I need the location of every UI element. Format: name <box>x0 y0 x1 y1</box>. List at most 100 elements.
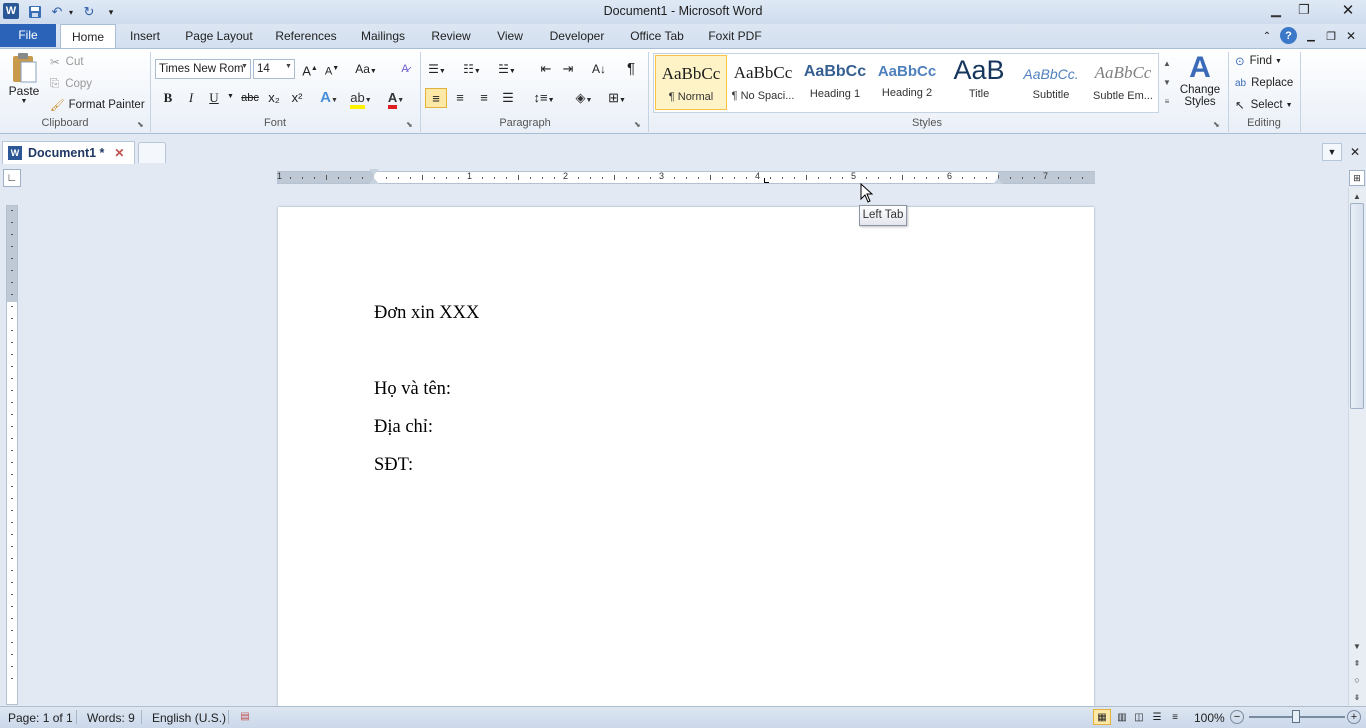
bold-button[interactable]: B <box>157 88 179 108</box>
document-heading-line[interactable]: Đơn xin XXX <box>374 303 479 324</box>
style-heading-2[interactable]: AaBbCc Heading 2 <box>871 55 943 110</box>
show-formatting-marks-icon[interactable]: ¶ <box>620 59 642 79</box>
restore-button[interactable]: ❐ <box>1290 0 1318 20</box>
tab-developer[interactable]: Developer <box>542 24 612 48</box>
document-line-name[interactable]: Họ và tên: <box>374 379 451 400</box>
clear-formatting-icon[interactable]: A̷ <box>394 59 416 79</box>
shading-icon[interactable]: ◈▼ <box>570 88 598 108</box>
line-spacing-icon[interactable]: ↕≡▼ <box>530 88 558 108</box>
document-tab[interactable]: W Document1 * ✕ <box>2 141 135 164</box>
tab-office-tab[interactable]: Office Tab <box>624 24 690 48</box>
align-right-icon[interactable]: ≡ <box>473 88 495 108</box>
styles-launcher-icon[interactable]: ⬊ <box>1213 120 1220 129</box>
change-styles-button[interactable]: A Change Styles <box>1178 52 1222 116</box>
document-line-address[interactable]: Địa chỉ: <box>374 417 433 438</box>
find-button[interactable]: ⊙ Find ▼ <box>1235 53 1282 69</box>
doc-minimize-icon[interactable]: ▁ <box>1304 28 1318 44</box>
superscript-button[interactable]: x² <box>286 88 308 108</box>
align-left-icon[interactable]: ≡ <box>425 88 447 108</box>
paste-button[interactable]: Paste ▼ <box>6 52 42 114</box>
tab-view[interactable]: View <box>490 24 530 48</box>
style-normal[interactable]: AaBbCc ¶ Normal <box>655 55 727 110</box>
paragraph-launcher-icon[interactable]: ⬊ <box>634 120 641 129</box>
styles-scroll-down-icon[interactable]: ▼ <box>1160 73 1174 91</box>
cut-button[interactable]: ✂ Cut <box>50 54 84 70</box>
strikethrough-button[interactable]: abc <box>238 88 262 108</box>
tab-insert[interactable]: Insert <box>122 24 168 48</box>
tab-foxit-pdf[interactable]: Foxit PDF <box>702 24 768 48</box>
multilevel-list-icon[interactable]: ☱▼ <box>496 59 518 79</box>
scroll-up-icon[interactable]: ▲ <box>1350 190 1364 202</box>
numbering-icon[interactable]: ☷▼ <box>461 59 483 79</box>
increase-indent-icon[interactable]: ⇥ <box>557 59 579 79</box>
close-button[interactable]: ✕ <box>1330 0 1366 20</box>
style-title[interactable]: AaB Title <box>943 55 1015 110</box>
tab-list-dropdown-icon[interactable]: ▼ <box>1322 143 1342 161</box>
left-tab-stop[interactable] <box>764 178 769 183</box>
previous-page-icon[interactable]: ⇞ <box>1350 656 1364 670</box>
italic-button[interactable]: I <box>180 88 202 108</box>
zoom-level[interactable]: 100% <box>1194 711 1225 725</box>
doc-close-icon[interactable]: ✕ <box>1344 28 1358 44</box>
view-ruler-icon[interactable]: ⊞ <box>1349 170 1365 186</box>
paste-dropdown-icon[interactable]: ▼ <box>6 98 42 105</box>
zoom-out-icon[interactable]: − <box>1230 710 1244 724</box>
doc-restore-icon[interactable]: ❐ <box>1324 28 1338 44</box>
font-size-dropdown-icon[interactable]: ▼ <box>285 63 292 70</box>
tab-selector-icon[interactable]: ∟ <box>3 169 21 187</box>
underline-button[interactable]: U <box>203 88 225 108</box>
format-painter-button[interactable]: 🖌 Format Painter <box>50 97 145 113</box>
right-indent-marker[interactable] <box>993 178 1003 184</box>
minimize-ribbon-icon[interactable]: ⌃ <box>1260 28 1274 44</box>
tab-page-layout[interactable]: Page Layout <box>180 24 258 48</box>
draft-view-icon[interactable]: ≡ <box>1167 709 1183 725</box>
tab-file[interactable]: File <box>0 24 56 47</box>
first-line-indent-marker[interactable] <box>369 169 379 175</box>
style-subtle-emphasis[interactable]: AaBbCc Subtle Em... <box>1087 55 1159 110</box>
minimize-button[interactable]: ▁ <box>1262 0 1290 20</box>
copy-button[interactable]: ⎘ Copy <box>50 76 92 92</box>
styles-more-icon[interactable]: ≡ <box>1160 92 1174 110</box>
tab-mailings[interactable]: Mailings <box>354 24 412 48</box>
font-family-select[interactable]: Times New Rom <box>155 59 251 79</box>
help-icon[interactable]: ? <box>1280 27 1297 44</box>
word-count[interactable]: Words: 9 <box>87 711 135 725</box>
style-heading-1[interactable]: AaBbCc Heading 1 <box>799 55 871 110</box>
style-no-spacing[interactable]: AaBbCc ¶ No Spaci... <box>727 55 799 110</box>
select-button[interactable]: ↖ Select ▼ <box>1235 97 1293 113</box>
next-page-icon[interactable]: ⇟ <box>1350 690 1364 704</box>
highlight-color-icon[interactable]: ab▼ <box>350 88 372 109</box>
document-line-phone[interactable]: SĐT: <box>374 455 413 476</box>
style-subtitle[interactable]: AaBbCc. Subtitle <box>1015 55 1087 110</box>
tab-review[interactable]: Review <box>424 24 478 48</box>
zoom-in-icon[interactable]: + <box>1347 710 1361 724</box>
grow-font-icon[interactable]: A▲ <box>299 59 321 79</box>
change-case-button[interactable]: Aa▼ <box>352 59 380 79</box>
full-screen-reading-icon[interactable]: ▥ <box>1114 709 1130 725</box>
subscript-button[interactable]: x₂ <box>263 88 285 108</box>
new-tab-button[interactable] <box>138 142 166 163</box>
align-center-icon[interactable]: ≡ <box>449 88 471 108</box>
underline-dropdown-icon[interactable]: ▼ <box>227 93 234 100</box>
tab-home[interactable]: Home <box>60 24 116 49</box>
font-color-icon[interactable]: A▼ <box>385 88 407 109</box>
horizontal-ruler[interactable]: 1 1 2 3 4 5 6 7 <box>277 169 1095 184</box>
left-indent-marker[interactable] <box>369 178 379 184</box>
vertical-ruler[interactable] <box>6 205 18 705</box>
outline-view-icon[interactable]: ☰ <box>1149 709 1165 725</box>
clipboard-launcher-icon[interactable]: ⬊ <box>137 120 144 129</box>
decrease-indent-icon[interactable]: ⇤ <box>535 59 557 79</box>
proofing-icon[interactable]: ▤ <box>237 710 253 723</box>
text-effects-icon[interactable]: A▼ <box>318 88 340 108</box>
tab-references[interactable]: References <box>270 24 342 48</box>
close-tab-icon[interactable]: ✕ <box>114 146 124 160</box>
shrink-font-icon[interactable]: A▼ <box>321 59 343 79</box>
font-launcher-icon[interactable]: ⬊ <box>406 120 413 129</box>
language[interactable]: English (U.S.) <box>152 711 226 725</box>
web-layout-icon[interactable]: ◫ <box>1131 709 1147 725</box>
close-all-tabs-icon[interactable]: ✕ <box>1346 143 1364 161</box>
replace-button[interactable]: ab Replace <box>1235 75 1293 91</box>
print-layout-view-icon[interactable]: ▦ <box>1093 709 1111 725</box>
borders-icon[interactable]: ⊞▼ <box>603 88 631 108</box>
font-family-dropdown-icon[interactable]: ▼ <box>241 63 248 70</box>
